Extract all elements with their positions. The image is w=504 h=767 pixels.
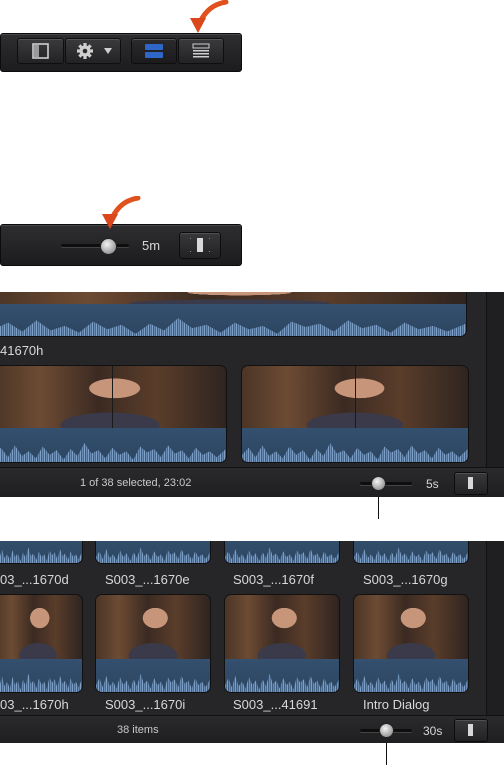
clip-filmstrip[interactable]: [96, 595, 210, 692]
filmstrip-view-button[interactable]: [131, 38, 177, 64]
browser-toolbar: [0, 33, 242, 72]
clip-name-label: 03_...1670d: [0, 572, 69, 587]
clip-filmstrip[interactable]: [242, 366, 468, 462]
audio-waveform: [354, 541, 468, 563]
clip-name-label: Intro Dialog: [363, 697, 430, 712]
clip-thumbnail: [0, 366, 226, 428]
action-menu-button[interactable]: [65, 38, 121, 64]
callout-arrow-icon: [190, 0, 229, 33]
clip-thumbnail: [354, 595, 468, 659]
clip-appearance-icon: [468, 477, 473, 489]
audio-waveform: [96, 541, 210, 563]
scrollbar[interactable]: [486, 292, 504, 467]
zoom-duration-label: 5m: [142, 238, 161, 253]
clip-name-label: S003_...41691: [233, 697, 318, 712]
clip-zoom-slider-track[interactable]: [61, 244, 129, 247]
audio-waveform: [0, 541, 82, 563]
clip-name-label: S003_...1670g: [363, 572, 448, 587]
list-view-icon: [192, 43, 210, 58]
audio-waveform: [225, 541, 339, 563]
callout-leader-line: [378, 497, 379, 519]
clip-thumbnail: [0, 292, 466, 304]
gear-icon: [77, 43, 93, 59]
clip-name-label: S003_...1670e: [105, 572, 190, 587]
clip-zoom-slider-knob[interactable]: [371, 476, 386, 491]
audio-waveform: [225, 659, 339, 692]
clip-appearance-icon: [190, 238, 210, 252]
callout-leader-line: [386, 743, 387, 765]
status-bar: 1 of 38 selected, 23:02 5s: [0, 467, 504, 497]
clip-zoom-slider-knob[interactable]: [100, 238, 117, 255]
waveform-settings-button[interactable]: [179, 232, 221, 259]
callout-arrow-icon: [102, 196, 141, 229]
clip-zoom-slider-knob[interactable]: [379, 723, 394, 738]
clip-thumbnail: [0, 595, 82, 659]
zoom-duration-label: 30s: [423, 724, 443, 738]
clip-filmstrip[interactable]: [354, 595, 468, 692]
zoom-duration-label: 5s: [426, 477, 439, 491]
audio-waveform: [0, 659, 82, 692]
clip-filmstrip[interactable]: [225, 541, 339, 563]
status-bar: 38 items 30s: [0, 715, 504, 743]
clip-filmstrip[interactable]: [0, 366, 226, 462]
clip-name-label: S003_...1670f: [233, 572, 314, 587]
clip-name-label: 03_...1670h: [0, 697, 69, 712]
clip-filmstrip[interactable]: [225, 595, 339, 692]
scrollbar[interactable]: [486, 541, 504, 715]
clip-appearance-button[interactable]: [454, 719, 488, 742]
clip-thumbnail: [96, 595, 210, 659]
item-count-status: 38 items: [117, 724, 159, 736]
audio-waveform: [0, 304, 466, 336]
filmstrip-icon: [32, 43, 49, 59]
clip-filmstrip[interactable]: [0, 595, 82, 692]
clip-name-label: S003_...1670i: [105, 697, 186, 712]
selection-status: 1 of 38 selected, 23:02: [80, 477, 192, 489]
clip-filmstrip[interactable]: [96, 541, 210, 563]
filmstrip-browser-panel: 41670h 1 of 38 selected, 23:02 5s: [0, 292, 504, 497]
clip-filmstrip[interactable]: [0, 292, 466, 336]
clip-zoom-slider-track[interactable]: [360, 482, 412, 485]
filmstrip-view-icon: [145, 44, 163, 58]
clip-name-label: 41670h: [0, 343, 44, 358]
clip-appearance-icon: [468, 724, 473, 736]
clip-thumbnail: [225, 595, 339, 659]
grid-browser-panel: 03_...1670d S003_...1670e S003_...1670f …: [0, 541, 504, 743]
audio-waveform: [242, 428, 468, 462]
clip-appearance-button[interactable]: [454, 472, 488, 495]
audio-waveform: [0, 428, 226, 462]
clip-filmstrip[interactable]: [354, 541, 468, 563]
list-view-button[interactable]: [178, 38, 224, 64]
chevron-down-icon: [104, 48, 112, 54]
filmstrip-toggle-button[interactable]: [17, 38, 64, 64]
audio-waveform: [354, 659, 468, 692]
audio-waveform: [96, 659, 210, 692]
clip-filmstrip[interactable]: [0, 541, 82, 563]
